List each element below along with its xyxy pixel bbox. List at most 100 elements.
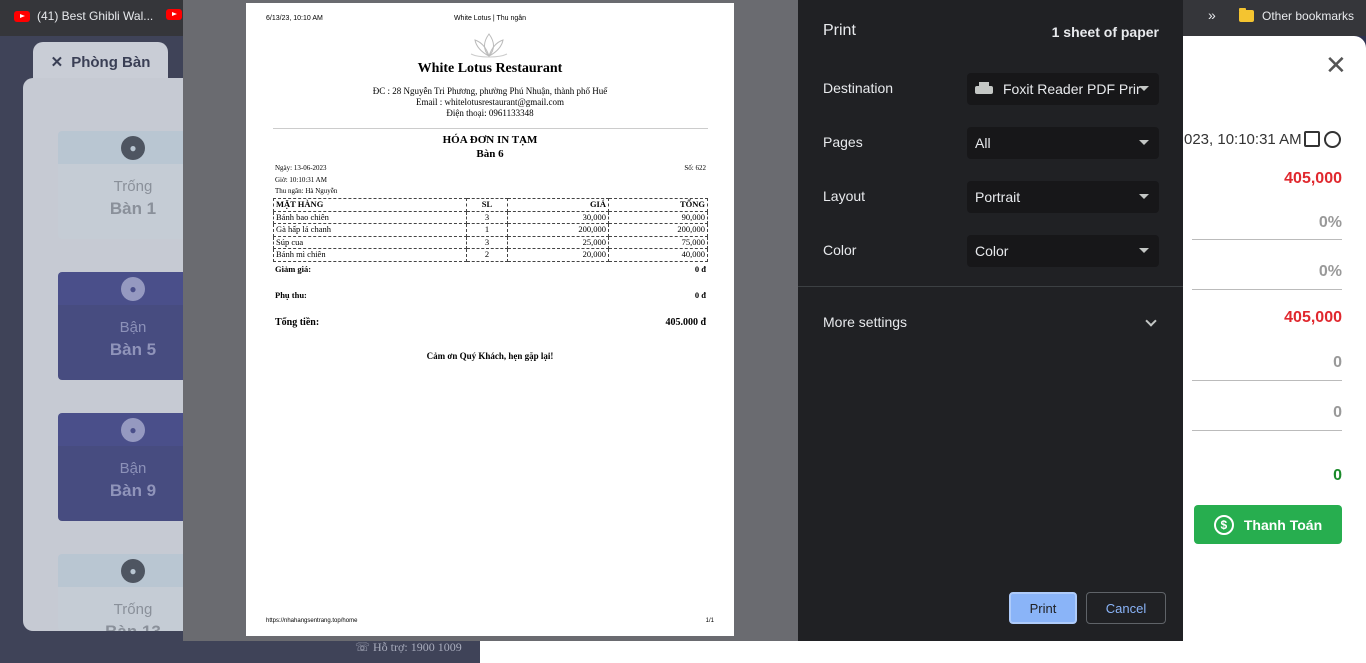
receipt-number: Số: 622 bbox=[684, 164, 706, 172]
bell-icon: ● bbox=[121, 276, 145, 301]
tab-phong-ban[interactable]: ✕ Phòng Bàn bbox=[33, 42, 168, 82]
surcharge-label: Phụ thu: bbox=[275, 290, 307, 300]
item-qty: 2 bbox=[466, 248, 508, 262]
print-settings-panel: Print 1 sheet of paper Destination Foxit… bbox=[798, 0, 1183, 641]
table-row: Bánh mì chiên 2 20,000 40,000 bbox=[273, 248, 708, 262]
input-underline bbox=[1192, 239, 1342, 240]
sheet-count: 1 sheet of paper bbox=[1051, 24, 1159, 40]
table-row: Gà hấp lá chanh 1 200,000 200,000 bbox=[273, 223, 708, 237]
receipt-time: Giờ: 10:10:31 AM bbox=[275, 176, 327, 184]
item-price: 30,000 bbox=[507, 210, 609, 224]
item-total: 40,000 bbox=[608, 248, 708, 262]
other-bookmarks[interactable]: Other bookmarks bbox=[1239, 8, 1355, 23]
col-price: GIÁ bbox=[507, 198, 609, 212]
destination-value: Foxit Reader PDF Prir bbox=[1003, 81, 1141, 97]
col-item: MẶT HÀNG bbox=[273, 198, 467, 212]
item-qty: 1 bbox=[466, 223, 508, 237]
item-price: 20,000 bbox=[507, 248, 609, 262]
item-price: 200,000 bbox=[507, 223, 609, 237]
destination-select[interactable]: Foxit Reader PDF Prir bbox=[967, 73, 1159, 105]
total-label: Tổng tiền: bbox=[275, 317, 320, 328]
page-footer-number: 1/1 bbox=[705, 618, 714, 624]
clock-icon[interactable] bbox=[1324, 131, 1341, 148]
invoice-datetime: 023, 10:10:31 AM bbox=[1184, 131, 1302, 148]
color-value: Color bbox=[975, 243, 1009, 259]
checkout-label: Thanh Toán bbox=[1243, 516, 1323, 533]
cancel-button[interactable]: Cancel bbox=[1086, 592, 1166, 624]
item-name: Súp cua bbox=[273, 235, 467, 249]
col-total: TỔNG bbox=[608, 198, 708, 212]
more-settings-toggle[interactable]: More settings bbox=[823, 314, 907, 330]
print-dialog: 6/13/23, 10:10 AM White Lotus | Thu ngân… bbox=[183, 0, 1183, 641]
youtube-icon bbox=[14, 10, 30, 22]
receipt-title: HÓA ĐƠN IN TẠM bbox=[442, 134, 538, 146]
input-underline bbox=[1192, 430, 1342, 431]
folder-icon bbox=[1239, 8, 1254, 22]
surcharge-value: 0 đ bbox=[694, 290, 706, 300]
input-underline bbox=[1192, 289, 1342, 290]
receipt-page: 6/13/23, 10:10 AM White Lotus | Thu ngân… bbox=[246, 3, 734, 636]
support-hotline: ☏ Hỗ trợ: 1900 1009 bbox=[355, 640, 462, 654]
utensils-icon: ✕ bbox=[50, 54, 64, 71]
input-underline bbox=[1192, 380, 1342, 381]
page-header-title: White Lotus | Thu ngân bbox=[453, 15, 527, 22]
discount-value: 0 đ bbox=[694, 264, 706, 274]
change-value: 0 bbox=[1333, 467, 1342, 484]
customer-paid-input[interactable]: 0 bbox=[1333, 354, 1342, 372]
chevron-down-icon bbox=[1139, 140, 1149, 145]
surcharge-percent[interactable]: 0% bbox=[1319, 263, 1342, 281]
item-total: 75,000 bbox=[608, 235, 708, 249]
page-footer-url: https://nhahangsentrang.top/home bbox=[266, 618, 358, 624]
table-header-row: MẶT HÀNG SL GIÁ TỔNG bbox=[273, 198, 708, 212]
tab-label: Phòng Bàn bbox=[71, 53, 151, 71]
thank-you-message: Cảm ơn Quý Khách, hẹn gặp lại! bbox=[426, 351, 554, 361]
pages-select[interactable]: All bbox=[967, 127, 1159, 159]
layout-value: Portrait bbox=[975, 189, 1021, 205]
color-select[interactable]: Color bbox=[967, 235, 1159, 267]
item-name: Gà hấp lá chanh bbox=[273, 223, 467, 237]
receipt-date: Ngày: 13-06-2023 bbox=[275, 164, 327, 172]
total-value: 405.000 đ bbox=[665, 317, 706, 328]
layout-select[interactable]: Portrait bbox=[967, 181, 1159, 213]
table-row: Bánh bao chiên 3 30,000 90,000 bbox=[273, 210, 708, 224]
chevron-down-icon bbox=[1139, 248, 1149, 253]
table-row: Súp cua 3 25,000 75,000 bbox=[273, 235, 708, 249]
discount-label: Giảm giá: bbox=[275, 264, 312, 274]
restaurant-name: White Lotus Restaurant bbox=[417, 61, 563, 76]
bookmarks-overflow-button[interactable]: » bbox=[1208, 7, 1216, 23]
item-qty: 3 bbox=[466, 235, 508, 249]
layout-label: Layout bbox=[823, 188, 866, 204]
restaurant-email: Email : whitelotusrestaurant@gmail.com bbox=[415, 97, 564, 107]
chevron-down-icon[interactable] bbox=[1145, 315, 1157, 327]
close-icon[interactable]: ✕ bbox=[1325, 52, 1347, 78]
other-bookmarks-label: Other bookmarks bbox=[1262, 9, 1355, 23]
pages-value: All bbox=[975, 135, 991, 151]
youtube-icon bbox=[166, 9, 182, 20]
dollar-icon: $ bbox=[1213, 514, 1234, 535]
items-table: MẶT HÀNG SL GIÁ TỔNG Bánh bao chiên 3 30… bbox=[273, 198, 708, 262]
settings-divider bbox=[798, 286, 1183, 287]
checkout-button[interactable]: $ Thanh Toán bbox=[1194, 505, 1342, 544]
print-preview: 6/13/23, 10:10 AM White Lotus | Thu ngân… bbox=[183, 0, 798, 641]
divider bbox=[273, 128, 708, 129]
bookmark-label: (41) Best Ghibli Wal... bbox=[37, 9, 154, 23]
item-price: 25,000 bbox=[507, 235, 609, 249]
color-label: Color bbox=[823, 242, 857, 258]
subtotal-value: 405,000 bbox=[1284, 170, 1342, 187]
support-text: Hỗ trợ: 1900 1009 bbox=[373, 640, 462, 654]
calendar-icon[interactable] bbox=[1304, 131, 1320, 147]
lotus-logo bbox=[470, 33, 508, 58]
bell-icon: ● bbox=[121, 558, 145, 583]
discount-percent[interactable]: 0% bbox=[1319, 214, 1342, 232]
restaurant-phone: Điện thoại: 0961133348 bbox=[446, 108, 534, 118]
bookmark-youtube[interactable]: (41) Best Ghibli Wal... bbox=[14, 9, 153, 23]
bell-icon: ● bbox=[121, 135, 145, 160]
change-input[interactable]: 0 bbox=[1333, 404, 1342, 422]
bell-icon: ● bbox=[121, 417, 145, 442]
item-qty: 3 bbox=[466, 210, 508, 224]
print-button[interactable]: Print bbox=[1009, 592, 1077, 624]
total-value: 405,000 bbox=[1284, 309, 1342, 326]
chevron-down-icon bbox=[1139, 194, 1149, 199]
item-total: 200,000 bbox=[608, 223, 708, 237]
chevron-down-icon bbox=[1139, 86, 1149, 91]
